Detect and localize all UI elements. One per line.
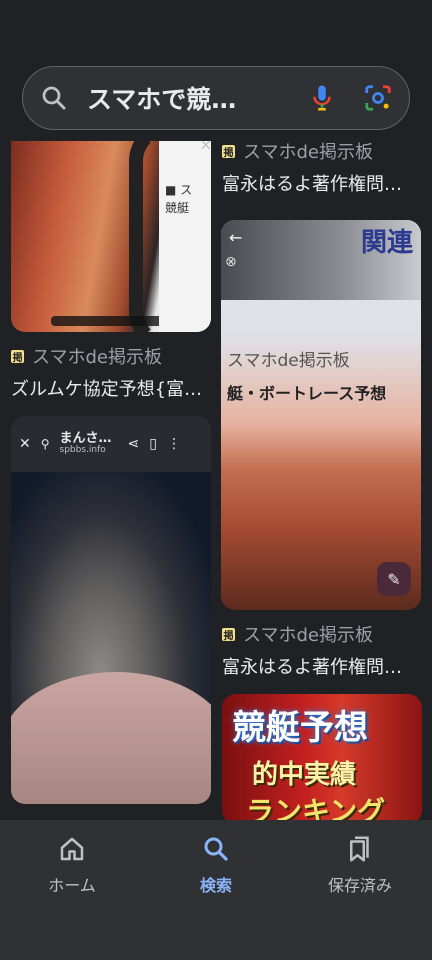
search-query[interactable]: スマホで競… <box>87 80 307 116</box>
image-text: スマホde掲示板 <box>227 351 350 371</box>
result-title: ズルムケ協定予想{富… <box>11 379 203 400</box>
result-image-4[interactable]: 競艇予想 的中実績 ランキング <box>222 694 422 820</box>
result-image-3[interactable]: ✕ ⚲ まんさ… spbbs.info ⋖ ▯ ⋮ <box>11 416 211 804</box>
tabs-icon: ⚲ <box>40 437 50 451</box>
favicon: 掲 <box>222 627 235 642</box>
favicon: 掲 <box>11 349 24 364</box>
result-source: スマホde掲示板 <box>243 625 373 646</box>
close-icon: ✕ <box>19 436 31 452</box>
result-image-1[interactable]: ■ ス 競艇 <box>11 141 211 332</box>
nav-home[interactable]: ホーム <box>12 834 132 960</box>
result-meta-3[interactable]: 掲 スマホde掲示板 富永はるよ著作権問… <box>222 621 422 679</box>
back-arrow-icon: ← <box>229 228 243 247</box>
image-results-grid: ■ ス 競艇 掲 スマホde掲示板 ズルムケ協定予想{富… ✕ 掲 スマホde掲… <box>0 138 432 820</box>
nav-label: 保存済み <box>327 876 392 895</box>
lens-icon[interactable] <box>363 83 393 113</box>
result-title: 富永はるよ著作権問… <box>222 657 402 678</box>
nav-saved[interactable]: 保存済み <box>300 834 420 960</box>
image-detail: ← ⊗ 関連 <box>221 220 421 300</box>
result-source: スマホde掲示板 <box>243 142 373 163</box>
result-meta-2[interactable]: 掲 スマホde掲示板 富永はるよ著作権問… <box>222 138 422 196</box>
image-text: ランキング <box>246 795 386 820</box>
close-icon[interactable]: ✕ <box>200 138 212 154</box>
more-icon: ⋮ <box>167 436 181 452</box>
image-text: spbbs.info <box>59 445 106 456</box>
image-detail <box>11 472 211 804</box>
image-text: 艇・ボートレース予想 <box>227 384 387 403</box>
home-icon <box>60 837 84 861</box>
bookmark-icon: ▯ <box>149 436 157 452</box>
mic-icon[interactable] <box>307 83 337 113</box>
search-icon <box>42 86 66 110</box>
search-bar[interactable]: スマホで競… <box>22 66 410 130</box>
image-text: 関連 <box>360 228 413 258</box>
nav-label: ホーム <box>48 876 96 895</box>
nav-label: 検索 <box>199 876 232 895</box>
bottom-nav: ホーム 検索 保存済み <box>0 820 432 960</box>
close-circle-icon: ⊗ <box>225 254 237 270</box>
result-title: 富永はるよ著作権問… <box>222 174 402 195</box>
edit-icon[interactable]: ✎ <box>377 562 411 596</box>
nav-search[interactable]: 検索 <box>156 834 276 960</box>
image-text: 競艇予想 <box>232 708 368 748</box>
image-detail: ■ ス 競艇 <box>159 141 211 332</box>
image-text: 的中実績 <box>252 760 357 790</box>
image-browser-bar: ✕ ⚲ まんさ… spbbs.info ⋖ ▯ ⋮ <box>11 416 211 472</box>
image-text: まんさ… <box>59 430 112 446</box>
result-meta-1[interactable]: 掲 スマホde掲示板 ズルムケ協定予想{富… <box>11 343 211 401</box>
share-icon: ⋖ <box>127 436 140 452</box>
favicon: 掲 <box>222 144 235 159</box>
result-image-2[interactable]: ← ⊗ 関連 スマホde掲示板 艇・ボートレース予想 ✎ <box>221 220 421 610</box>
result-source: スマホde掲示板 <box>32 347 162 368</box>
saved-icon <box>350 836 369 862</box>
search-icon <box>204 837 228 861</box>
